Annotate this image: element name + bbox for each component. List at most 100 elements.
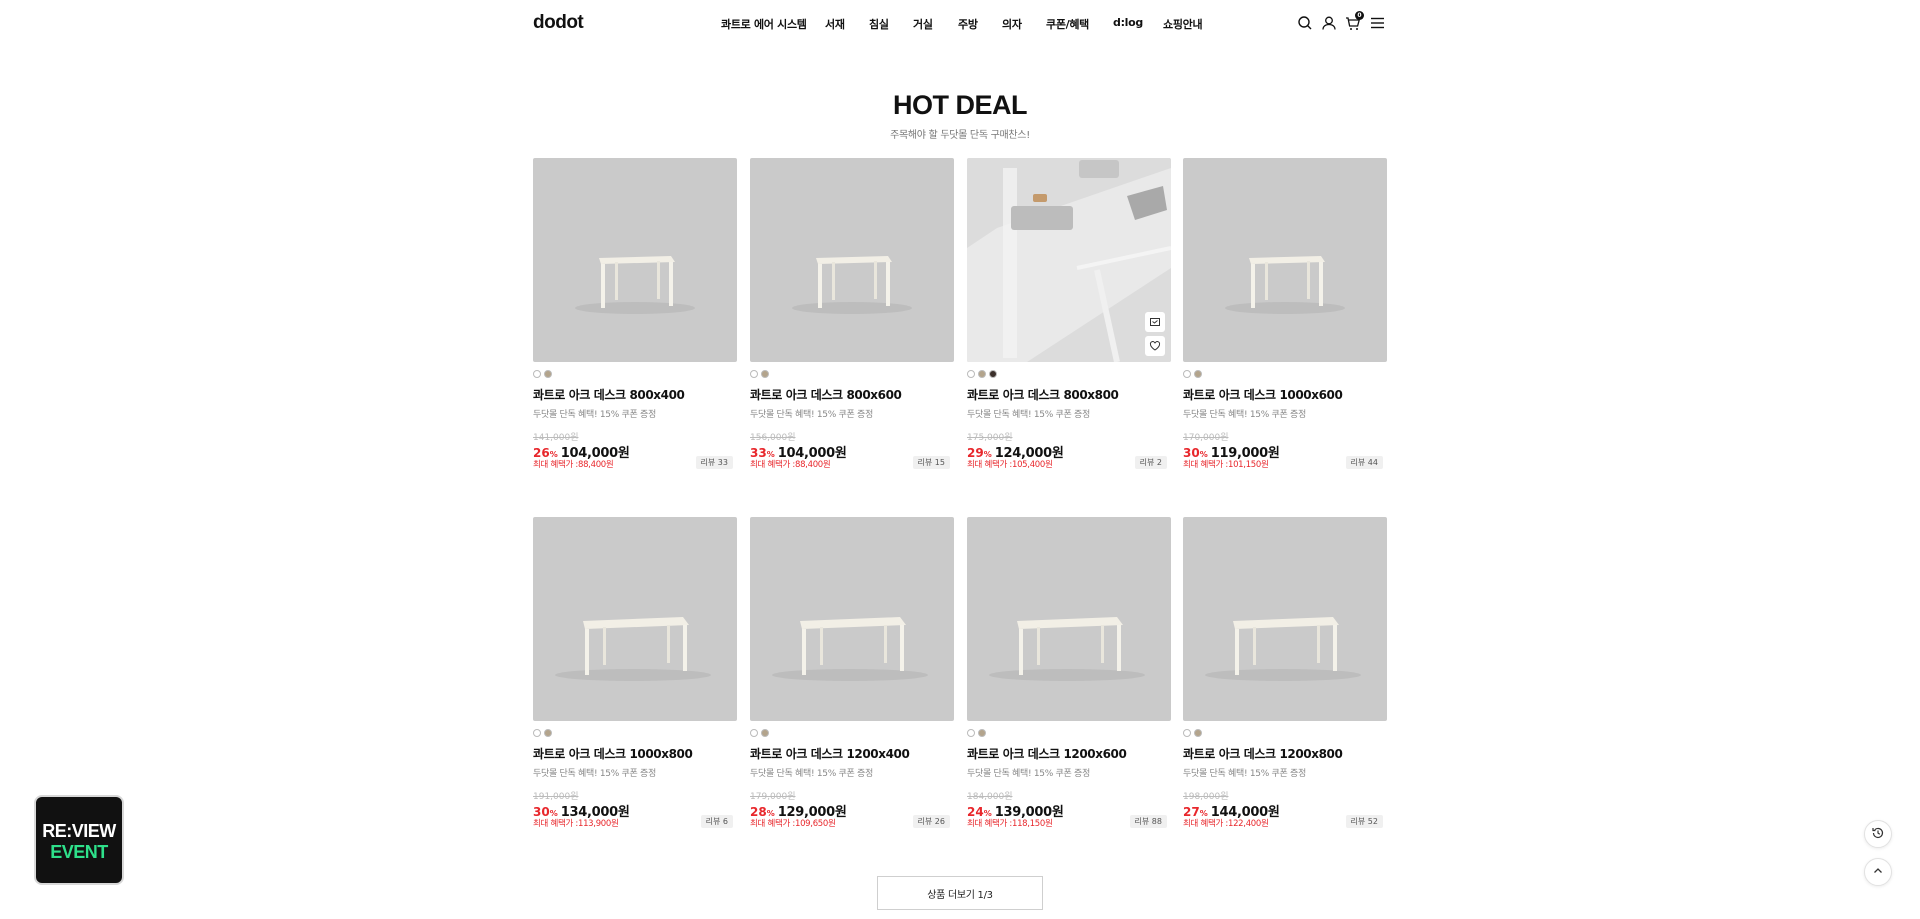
product-thumbnail[interactable] xyxy=(1183,158,1387,362)
product-name[interactable]: 콰트로 아크 데스크 800x600 xyxy=(750,386,902,403)
color-swatch[interactable] xyxy=(544,729,552,737)
desk-product-image xyxy=(1205,617,1361,681)
color-swatch[interactable] xyxy=(989,370,997,378)
nav-item-chair[interactable]: 의자 xyxy=(1002,16,1022,32)
nav-item-quatro-air[interactable]: 콰트로 에어 시스템 xyxy=(721,16,807,32)
hamburger-menu-icon[interactable] xyxy=(1368,14,1386,32)
product-name[interactable]: 콰트로 아크 데스크 800x800 xyxy=(967,386,1119,403)
history-icon xyxy=(1871,825,1885,844)
color-swatches xyxy=(533,370,555,379)
color-swatch[interactable] xyxy=(978,370,986,378)
product-card[interactable]: 콰트로 아크 데스크 1200x800 두닷몰 단독 혜택! 15% 쿠폰 증정… xyxy=(1183,517,1387,837)
product-review-count[interactable]: 리뷰 33 xyxy=(695,456,733,469)
nav-item-dlog[interactable]: d:log xyxy=(1113,16,1143,29)
color-swatch[interactable] xyxy=(967,370,975,378)
load-more-button[interactable]: 상품 더보기 1/3 xyxy=(877,876,1043,910)
product-promo-text: 두닷몰 단독 혜택! 15% 쿠폰 증정 xyxy=(533,769,656,779)
product-review-count[interactable]: 리뷰 52 xyxy=(1345,815,1383,828)
quick-view-icon[interactable] xyxy=(1145,312,1165,332)
nav-item-coupon[interactable]: 쿠폰/혜택 xyxy=(1046,16,1089,32)
scroll-top-button[interactable] xyxy=(1864,858,1892,886)
search-icon[interactable] xyxy=(1296,14,1314,32)
color-swatches xyxy=(1183,729,1205,738)
product-review-count[interactable]: 리뷰 6 xyxy=(700,815,733,828)
color-swatches xyxy=(967,370,1000,379)
wishlist-heart-icon[interactable] xyxy=(1145,336,1165,356)
product-review-count[interactable]: 리뷰 15 xyxy=(912,456,950,469)
product-review-count[interactable]: 리뷰 26 xyxy=(912,815,950,828)
color-swatch[interactable] xyxy=(750,370,758,378)
cart-icon[interactable]: 0 xyxy=(1344,11,1364,32)
card-quick-actions xyxy=(1145,312,1165,356)
cart-count-badge: 0 xyxy=(1355,11,1364,20)
review-event-line1: RE:VIEW xyxy=(42,821,116,841)
nav-item-living[interactable]: 거실 xyxy=(913,16,933,32)
color-swatch[interactable] xyxy=(750,729,758,737)
product-max-benefit-price: 최대 혜택가 :88,400원 xyxy=(750,460,831,470)
desk-product-image xyxy=(555,617,711,681)
product-thumbnail[interactable] xyxy=(967,158,1171,362)
arrow-up-icon xyxy=(1871,863,1885,882)
product-promo-text: 두닷몰 단독 혜택! 15% 쿠폰 증정 xyxy=(533,410,656,420)
nav-item-bedroom[interactable]: 침실 xyxy=(869,16,889,32)
review-event-badge[interactable]: RE:VIEW EVENT xyxy=(34,795,124,885)
color-swatch[interactable] xyxy=(761,729,769,737)
product-card[interactable]: 콰트로 아크 데스크 800x600 두닷몰 단독 혜택! 15% 쿠폰 증정 … xyxy=(750,158,954,478)
product-card[interactable]: 콰트로 아크 데스크 1200x400 두닷몰 단독 혜택! 15% 쿠폰 증정… xyxy=(750,517,954,837)
product-name[interactable]: 콰트로 아크 데스크 1200x600 xyxy=(967,745,1127,762)
product-thumbnail[interactable] xyxy=(1183,517,1387,721)
product-max-benefit-price: 최대 혜택가 :105,400원 xyxy=(967,460,1053,470)
color-swatch[interactable] xyxy=(533,370,541,378)
product-max-benefit-price: 최대 혜택가 :88,400원 xyxy=(533,460,614,470)
color-swatch[interactable] xyxy=(1194,370,1202,378)
product-promo-text: 두닷몰 단독 혜택! 15% 쿠폰 증정 xyxy=(967,410,1090,420)
product-name[interactable]: 콰트로 아크 데스크 1200x800 xyxy=(1183,745,1343,762)
recent-history-button[interactable] xyxy=(1864,820,1892,848)
color-swatch[interactable] xyxy=(978,729,986,737)
product-thumbnail[interactable] xyxy=(750,158,954,362)
product-review-count[interactable]: 리뷰 44 xyxy=(1345,456,1383,469)
product-name[interactable]: 콰트로 아크 데스크 1200x400 xyxy=(750,745,910,762)
product-card[interactable]: 콰트로 아크 데스크 800x400 두닷몰 단독 혜택! 15% 쿠폰 증정 … xyxy=(533,158,737,478)
nav-item-kitchen[interactable]: 주방 xyxy=(958,16,978,32)
product-thumbnail[interactable] xyxy=(533,158,737,362)
color-swatch[interactable] xyxy=(1183,370,1191,378)
color-swatch[interactable] xyxy=(761,370,769,378)
color-swatches xyxy=(967,729,989,738)
product-card[interactable]: 콰트로 아크 데스크 1000x600 두닷몰 단독 혜택! 15% 쿠폰 증정… xyxy=(1183,158,1387,478)
color-swatch[interactable] xyxy=(1183,729,1191,737)
product-name[interactable]: 콰트로 아크 데스크 1000x600 xyxy=(1183,386,1343,403)
product-promo-text: 두닷몰 단독 혜택! 15% 쿠폰 증정 xyxy=(1183,769,1306,779)
color-swatch[interactable] xyxy=(1194,729,1202,737)
section-subtitle: 주목해야 할 두닷몰 단독 구매찬스! xyxy=(890,130,1030,141)
desk-product-image xyxy=(989,617,1145,681)
main-nav: 콰트로 에어 시스템 서재 침실 거실 주방 의자 쿠폰/혜택 d:log 쇼핑… xyxy=(0,16,1920,32)
color-swatch[interactable] xyxy=(544,370,552,378)
product-thumbnail[interactable] xyxy=(533,517,737,721)
desk-product-image xyxy=(792,256,912,314)
product-promo-text: 두닷몰 단독 혜택! 15% 쿠폰 증정 xyxy=(750,769,873,779)
color-swatch[interactable] xyxy=(533,729,541,737)
desk-product-image xyxy=(575,256,695,314)
product-thumbnail[interactable] xyxy=(750,517,954,721)
color-swatches xyxy=(750,729,772,738)
product-name[interactable]: 콰트로 아크 데스크 800x400 xyxy=(533,386,685,403)
product-card[interactable]: 콰트로 아크 데스크 1200x600 두닷몰 단독 혜택! 15% 쿠폰 증정… xyxy=(967,517,1171,837)
product-card[interactable]: 콰트로 아크 데스크 1000x800 두닷몰 단독 혜택! 15% 쿠폰 증정… xyxy=(533,517,737,837)
product-thumbnail[interactable] xyxy=(967,517,1171,721)
user-icon[interactable] xyxy=(1320,14,1338,32)
product-max-benefit-price: 최대 혜택가 :122,400원 xyxy=(1183,819,1269,829)
product-max-benefit-price: 최대 혜택가 :113,900원 xyxy=(533,819,619,829)
product-name[interactable]: 콰트로 아크 데스크 1000x800 xyxy=(533,745,693,762)
review-event-line2: EVENT xyxy=(50,842,108,862)
product-review-count[interactable]: 리뷰 88 xyxy=(1129,815,1167,828)
nav-item-shopping-guide[interactable]: 쇼핑안내 xyxy=(1163,16,1203,32)
product-max-benefit-price: 최대 혜택가 :101,150원 xyxy=(1183,460,1269,470)
color-swatches xyxy=(1183,370,1205,379)
product-card[interactable]: 콰트로 아크 데스크 800x800 두닷몰 단독 혜택! 15% 쿠폰 증정 … xyxy=(967,158,1171,478)
nav-item-study[interactable]: 서재 xyxy=(825,16,845,32)
product-review-count[interactable]: 리뷰 2 xyxy=(1134,456,1167,469)
color-swatch[interactable] xyxy=(967,729,975,737)
desk-lifestyle-photo xyxy=(967,158,1171,362)
desk-product-image xyxy=(1225,256,1345,314)
